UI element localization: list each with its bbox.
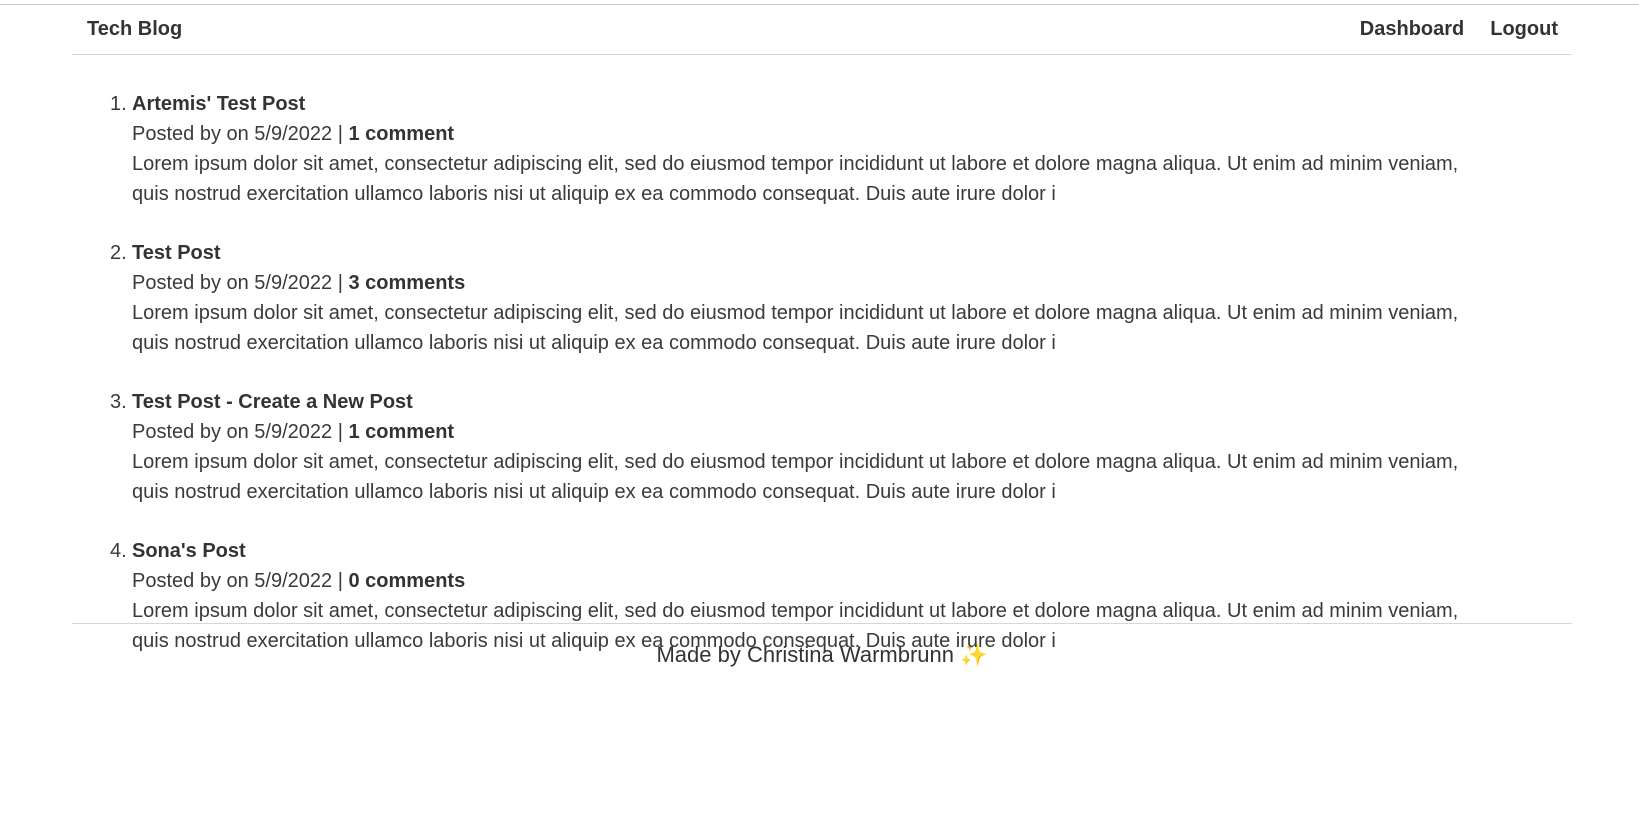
post-body: Lorem ipsum dolor sit amet, consectetur … [132, 153, 1459, 205]
post-list: 1. Artemis' Test Post Posted by on 5/9/2… [110, 89, 1572, 656]
post-title-link[interactable]: Sona's Post [132, 536, 1572, 566]
post-comments-link[interactable]: 1 comment [348, 421, 454, 443]
post-number: 4. [110, 540, 127, 562]
post-meta: Posted by on 5/9/2022 | 1 comment [132, 119, 1572, 149]
post-item: 1. Artemis' Test Post Posted by on 5/9/2… [110, 89, 1572, 209]
post-comments-link[interactable]: 3 comments [348, 272, 465, 294]
post-body: Lorem ipsum dolor sit amet, consectetur … [132, 302, 1459, 354]
post-comments-link[interactable]: 1 comment [348, 123, 454, 145]
logout-link[interactable]: Logout [1490, 18, 1558, 41]
post-title-link[interactable]: Test Post [132, 238, 1572, 268]
post-number: 1. [110, 93, 127, 115]
post-title-link[interactable]: Artemis' Test Post [132, 89, 1572, 119]
post-meta: Posted by on 5/9/2022 | 0 comments [132, 566, 1572, 596]
dashboard-link[interactable]: Dashboard [1360, 18, 1464, 41]
post-comments-link[interactable]: 0 comments [348, 570, 465, 592]
post-item: 2. Test Post Posted by on 5/9/2022 | 3 c… [110, 238, 1572, 358]
brand-link[interactable]: Tech Blog [87, 18, 182, 41]
post-meta: Posted by on 5/9/2022 | 3 comments [132, 268, 1572, 298]
post-title-link[interactable]: Test Post - Create a New Post [132, 387, 1572, 417]
post-item: 4. Sona's Post Posted by on 5/9/2022 | 0… [110, 536, 1572, 656]
navbar: Tech Blog Dashboard Logout [72, 5, 1572, 55]
post-number: 3. [110, 391, 127, 413]
post-number: 2. [110, 242, 127, 264]
post-body: Lorem ipsum dolor sit amet, consectetur … [132, 451, 1459, 503]
post-meta-text: Posted by on 5/9/2022 | [132, 570, 343, 592]
post-meta-text: Posted by on 5/9/2022 | [132, 421, 343, 443]
nav-links: Dashboard Logout [1360, 18, 1558, 41]
post-list-main: 1. Artemis' Test Post Posted by on 5/9/2… [72, 55, 1572, 652]
page-container: Tech Blog Dashboard Logout 1. Artemis' T… [72, 5, 1572, 668]
post-meta: Posted by on 5/9/2022 | 1 comment [132, 417, 1572, 447]
post-meta-text: Posted by on 5/9/2022 | [132, 123, 343, 145]
post-body: Lorem ipsum dolor sit amet, consectetur … [132, 600, 1459, 652]
post-meta-text: Posted by on 5/9/2022 | [132, 272, 343, 294]
post-item: 3. Test Post - Create a New Post Posted … [110, 387, 1572, 507]
